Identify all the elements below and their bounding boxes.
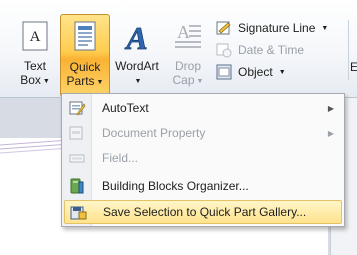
quick-parts-menu: AutoText ▶ Document Property ▶ Field... … (61, 93, 345, 227)
object-label: Object (238, 65, 273, 79)
save-to-gallery-icon (70, 206, 87, 220)
menu-item-document-property[interactable]: Document Property ▶ (64, 121, 342, 145)
signature-pen-icon (216, 21, 231, 35)
autotext-icon (69, 101, 86, 116)
building-blocks-icon (70, 178, 84, 194)
text-box-button[interactable]: A Text Box ▼ (12, 17, 58, 93)
svg-text:A: A (30, 29, 41, 45)
menu-item-save-selection-to-gallery[interactable]: Save Selection to Quick Part Gallery... (64, 200, 342, 224)
wordart-label: WordArt (115, 59, 159, 73)
quick-parts-label-1: Quick (69, 60, 101, 74)
text-box-label-1: Text (23, 59, 46, 73)
drop-cap-icon: A (175, 22, 201, 48)
calendar-clock-icon (216, 43, 232, 58)
dropdown-arrow-icon: ▼ (321, 24, 329, 32)
date-time-label: Date & Time (238, 43, 305, 57)
menu-item-autotext[interactable]: AutoText ▶ (64, 96, 342, 120)
wordart-icon: A (124, 20, 148, 53)
document-property-icon (69, 126, 83, 140)
quick-parts-label-2: Parts (66, 74, 95, 88)
partial-ribbon-label: E (350, 60, 357, 74)
quick-parts-button[interactable]: Quick Parts ▼ (60, 14, 110, 97)
signature-line-button[interactable]: Signature Line ▼ (214, 17, 328, 39)
field-icon (69, 154, 85, 163)
signature-line-label: Signature Line (238, 21, 316, 35)
group-divider (348, 20, 349, 80)
menu-item-label: Field... (102, 151, 139, 165)
drop-cap-label-1: Drop (174, 59, 201, 73)
insert-small-buttons: Signature Line ▼ Date & Time Object ▼ (214, 17, 328, 83)
ribbon: A Text Box▼ Quick Parts▼ A WordArt ▼ A (0, 0, 357, 98)
dropdown-arrow-icon: ▼ (278, 68, 286, 76)
object-icon (216, 64, 232, 80)
submenu-arrow-icon: ▶ (327, 128, 334, 138)
quick-parts-icon (74, 21, 96, 51)
text-box-label-2: Box (20, 73, 41, 87)
dropdown-arrow-icon: ▼ (96, 79, 104, 86)
submenu-arrow-icon: ▶ (327, 103, 334, 113)
menu-item-label: Building Blocks Organizer... (102, 179, 249, 193)
object-button[interactable]: Object ▼ (214, 61, 328, 83)
menu-item-building-blocks-organizer[interactable]: Building Blocks Organizer... (64, 174, 342, 198)
drop-cap-label-2: Cap (172, 73, 195, 87)
page-margin-lines (0, 140, 70, 154)
dropdown-arrow-icon: ▼ (196, 78, 204, 85)
svg-text:A: A (124, 20, 147, 53)
dropdown-arrow-icon: ▼ (42, 78, 50, 85)
dropdown-arrow-icon: ▼ (134, 78, 142, 85)
date-time-button[interactable]: Date & Time (214, 39, 328, 61)
menu-item-label: Save Selection to Quick Part Gallery... (103, 205, 307, 219)
menu-item-label: AutoText (102, 101, 149, 115)
menu-item-field[interactable]: Field... (64, 146, 342, 170)
wordart-button[interactable]: A WordArt ▼ (110, 17, 164, 93)
text-box-icon: A (22, 21, 48, 51)
drop-cap-button[interactable]: A Drop Cap ▼ (164, 17, 212, 93)
menu-item-label: Document Property (102, 126, 206, 140)
svg-text:A: A (177, 22, 190, 42)
